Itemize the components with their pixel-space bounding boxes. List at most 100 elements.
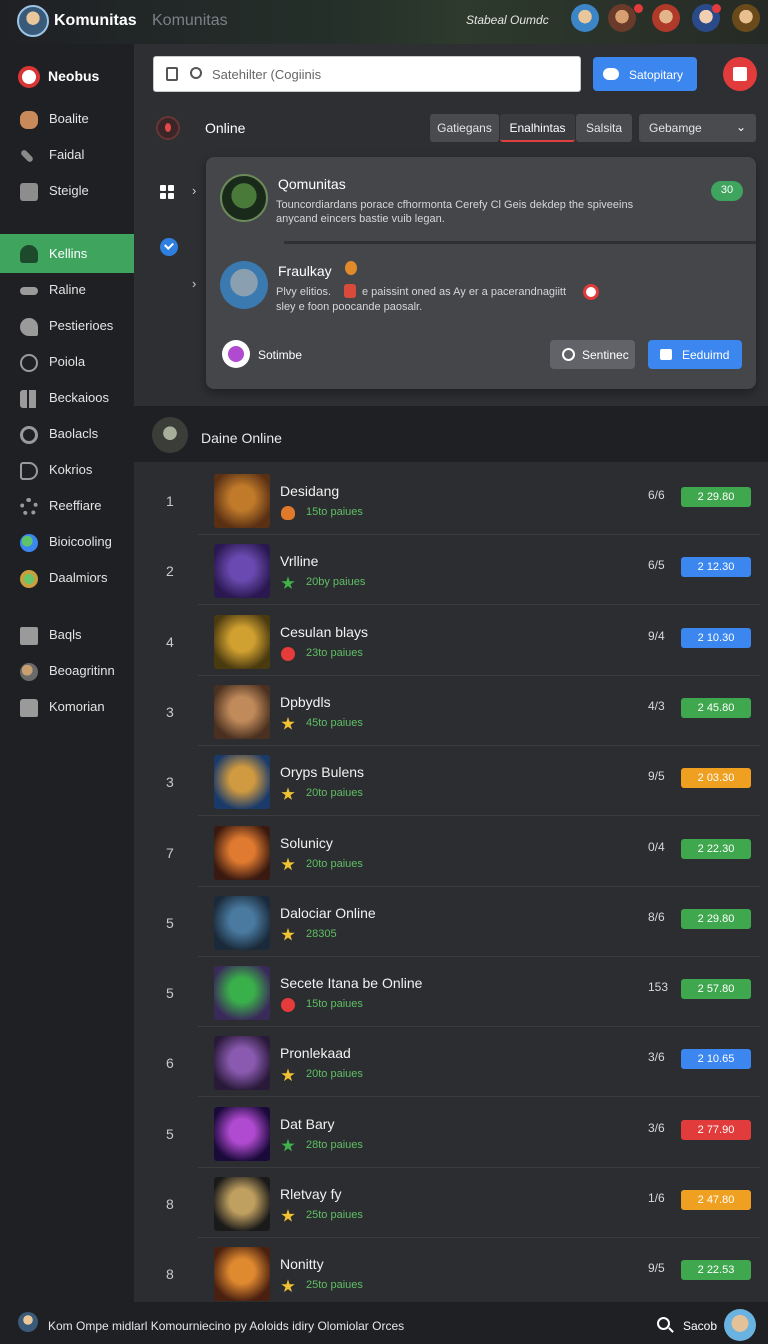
tab-salsita[interactable]: Salsita [576, 114, 632, 142]
chevron-right-icon[interactable]: › [192, 183, 196, 198]
sidebar-item-faidal[interactable]: Faidal [0, 137, 134, 173]
sidebar-item-reeffiare[interactable]: Reeffiare [0, 488, 134, 524]
sidebar-item-steigle[interactable]: Steigle [0, 173, 134, 209]
game-thumbnail[interactable] [214, 684, 270, 739]
sidebar-item-raline[interactable]: Raline [0, 272, 134, 308]
price-badge[interactable]: 2 03.30 [681, 768, 751, 789]
post-title[interactable]: Qomunitas [278, 176, 346, 192]
price-badge[interactable]: 2 29.80 [681, 487, 751, 507]
game-name[interactable]: Dat Bary [280, 1116, 334, 1132]
game-row[interactable]: 8 Rletvay fy 25to paiues 1/6 2 47.80 [134, 1168, 760, 1238]
footer-avatar[interactable] [18, 1312, 38, 1332]
friend-avatar[interactable] [608, 4, 636, 32]
post-avatar[interactable] [220, 261, 268, 309]
game-thumbnail[interactable] [214, 1177, 270, 1231]
sidebar-item-poiola[interactable]: Poiola [0, 344, 134, 380]
price-badge[interactable]: 2 10.65 [681, 1049, 751, 1070]
sidebar-item-baolacls[interactable]: Baolacls [0, 416, 134, 452]
game-row[interactable]: 8 Nonitty 25to paiues 9/5 2 22.53 [134, 1238, 760, 1309]
game-row[interactable]: 6 Pronlekaad 20to paiues 3/6 2 10.65 [134, 1027, 760, 1098]
post-title[interactable]: Fraulkay [278, 263, 332, 279]
game-thumbnail[interactable] [214, 1036, 270, 1091]
game-row[interactable]: 5 Secete Itana be Online 15to paiues 153 2 5… [134, 957, 760, 1028]
sidebar-item-bioicooling[interactable]: Bioicooling [0, 524, 134, 560]
price-badge[interactable]: 2 12.30 [681, 557, 751, 578]
game-row[interactable]: 2 Vrlline 20by paiues 6/5 2 12.30 [134, 535, 760, 606]
game-row[interactable]: 4 Cesulan blays 23to paiues 9/4 2 10.30 [134, 606, 760, 676]
price-badge[interactable]: 2 10.30 [681, 627, 751, 648]
game-name[interactable]: Dpbydls [280, 694, 331, 710]
game-thumbnail[interactable] [214, 966, 270, 1021]
game-name[interactable]: Nonitty [280, 1256, 324, 1272]
price-badge[interactable]: 2 57.80 [681, 979, 751, 1000]
game-row[interactable]: 3 Dpbydls 45to paiues 4/3 2 45.80 [134, 676, 760, 746]
game-row[interactable]: 5 Dalociar Online 28305 8/6 2 29.80 [134, 887, 760, 957]
game-row[interactable]: 3 Oryps Bulens 20to paiues 9/5 2 03.30 [134, 746, 760, 817]
search-icon[interactable] [657, 1317, 670, 1330]
game-name[interactable]: Secete Itana be Online [280, 975, 422, 991]
price-badge[interactable]: 2 22.53 [681, 1260, 751, 1281]
friend-avatar[interactable] [571, 4, 599, 32]
tab-gatiegans[interactable]: Gatiegans [430, 114, 499, 142]
game-thumbnail[interactable] [214, 1247, 270, 1302]
wrench-icon [19, 148, 35, 164]
user-avatar[interactable] [724, 1309, 756, 1341]
chevron-right-icon[interactable]: › [192, 276, 196, 291]
friend-avatar[interactable] [652, 4, 680, 32]
game-name[interactable]: Vrlline [280, 553, 318, 569]
game-thumbnail[interactable] [214, 825, 270, 880]
subscribe-label[interactable]: Sotimbe [258, 348, 302, 362]
sort-dropdown[interactable]: Gebamge ⌄ [639, 114, 756, 142]
sidebar-item-komorian[interactable]: Komorian [0, 689, 134, 725]
tab-enalhintas[interactable]: Enalhintas [500, 114, 575, 142]
price-badge[interactable]: 2 45.80 [681, 697, 751, 718]
price-badge[interactable]: 2 47.80 [681, 1190, 751, 1210]
sidebar-item-boalite[interactable]: Boalite [0, 101, 134, 137]
game-name[interactable]: Solunicy [280, 835, 333, 851]
game-row[interactable]: 5 Dat Bary 28to paiues 3/6 2 77.90 [134, 1098, 760, 1168]
secondary-button[interactable]: Sentinec [550, 340, 635, 369]
game-meta: 20to paiues [306, 787, 363, 800]
game-name[interactable]: Rletvay fy [280, 1186, 341, 1202]
sidebar-item-beoagritinn[interactable]: Beoagritinn [0, 653, 134, 689]
sidebar-item-baqls[interactable]: Baqls [0, 617, 134, 653]
brand-logo-avatar[interactable] [17, 5, 49, 37]
game-row[interactable]: 1 Desidang 15to paiues 6/6 2 29.80 [134, 465, 760, 535]
game-name[interactable]: Oryps Bulens [280, 764, 364, 780]
brand-title[interactable]: Komunitas [54, 12, 137, 30]
price-badge[interactable]: 2 22.30 [681, 838, 751, 859]
search-input[interactable]: Satehilter (Cogiinis [153, 56, 581, 92]
game-thumbnail[interactable] [214, 614, 270, 669]
link-icon [20, 287, 38, 295]
game-name[interactable]: Cesulan blays [280, 624, 368, 640]
game-name[interactable]: Desidang [280, 483, 339, 499]
post-avatar[interactable] [220, 174, 268, 222]
sidebar-item-daalmiors[interactable]: Daalmiors [0, 560, 134, 596]
game-meta: 28to paiues [306, 1138, 363, 1151]
close-button[interactable] [723, 57, 757, 91]
user-avatar[interactable] [732, 4, 760, 32]
sidebar-item-pestierioes[interactable]: Pestierioes [0, 308, 134, 344]
game-row[interactable]: 7 Solunicy 20to paiues 0/4 2 22.30 [134, 817, 760, 887]
sidebar-top-item[interactable]: Neobus [0, 56, 134, 96]
price-badge[interactable]: 2 29.80 [681, 908, 751, 929]
game-thumbnail[interactable] [214, 1106, 270, 1161]
key-icon [20, 318, 38, 336]
game-name[interactable]: Dalociar Online [280, 905, 376, 921]
game-thumbnail[interactable] [214, 544, 270, 599]
apps-icon[interactable] [160, 185, 176, 199]
footer-search-label[interactable]: Sacob [683, 1319, 717, 1333]
sidebar-item-beckaioos[interactable]: Beckaioos [0, 380, 134, 416]
game-thumbnail[interactable] [214, 474, 270, 528]
sidebar-item-kokrios[interactable]: Kokrios [0, 452, 134, 488]
game-rank: 8 [166, 1196, 174, 1212]
primary-action-button[interactable]: Satopitary [593, 57, 697, 91]
game-thumbnail[interactable] [214, 895, 270, 950]
primary-button[interactable]: Eeduimd [648, 340, 742, 369]
sidebar-item-kellins[interactable]: Kellins [0, 234, 134, 273]
subscribe-avatar[interactable] [222, 340, 250, 368]
game-name[interactable]: Pronlekaad [280, 1045, 351, 1061]
game-thumbnail[interactable] [214, 755, 270, 810]
count-badge[interactable]: 30 [711, 181, 743, 201]
price-badge[interactable]: 2 77.90 [681, 1119, 751, 1140]
